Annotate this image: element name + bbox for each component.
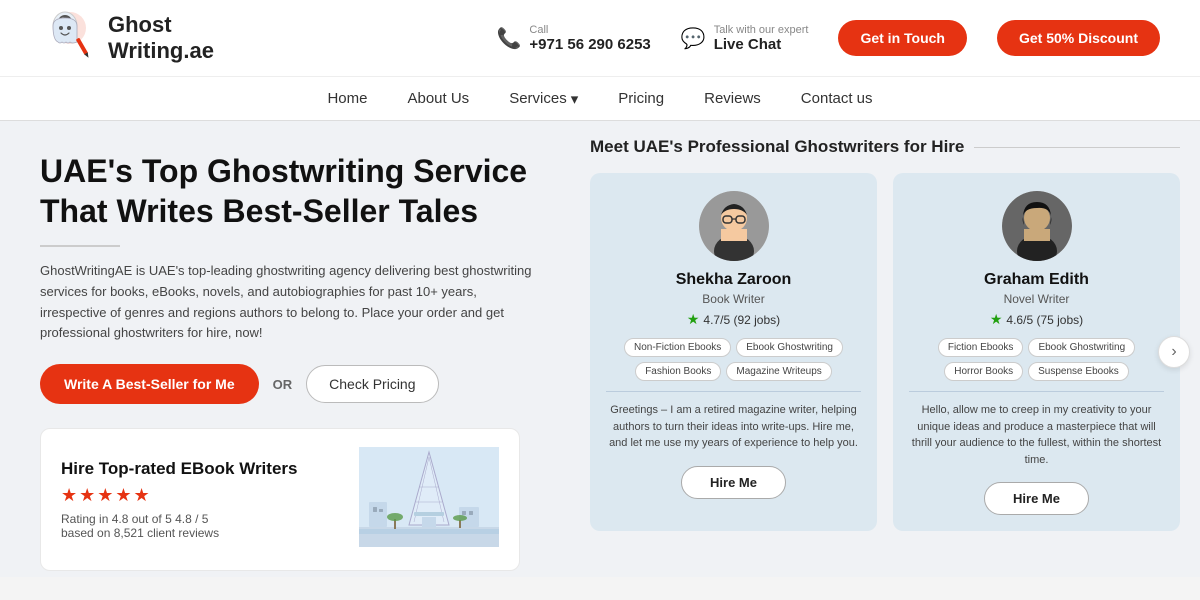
- or-label: OR: [273, 377, 293, 392]
- phone-icon: 📞: [497, 26, 522, 51]
- tag-1: Fiction Ebooks: [938, 338, 1024, 357]
- logo-text: GhostWriting.ae: [108, 12, 214, 65]
- writer-bio-graham: Hello, allow me to creep in my creativit…: [909, 391, 1164, 468]
- write-bestseller-button[interactable]: Write A Best-Seller for Me: [40, 364, 259, 404]
- star-icon: ★: [687, 311, 700, 328]
- tag-2: Ebook Ghostwriting: [736, 338, 843, 357]
- writer-card-graham: Graham Edith Novel Writer ★ 4.6/5 (75 jo…: [893, 173, 1180, 531]
- hire-card-stars: ★★★★★: [61, 485, 339, 506]
- writer-bio-shekha: Greetings – I am a retired magazine writ…: [606, 391, 861, 452]
- nav-home[interactable]: Home: [327, 80, 367, 117]
- tag-3: Fashion Books: [635, 362, 721, 381]
- hire-graham-button[interactable]: Hire Me: [984, 482, 1089, 515]
- writer-card-shekha: Shekha Zaroon Book Writer ★ 4.7/5 (92 jo…: [590, 173, 877, 531]
- hero-divider: [40, 245, 120, 247]
- writer-avatar-graham: [1002, 191, 1072, 261]
- hire-card-rating: Rating in 4.8 out of 5 4.8 / 5 based on …: [61, 512, 339, 540]
- tag-1: Non-Fiction Ebooks: [624, 338, 731, 357]
- right-panel: Meet UAE's Professional Ghostwriters for…: [580, 121, 1200, 577]
- nav-pricing[interactable]: Pricing: [618, 80, 664, 117]
- writer-role-graham: Novel Writer: [1004, 292, 1070, 306]
- tag-3: Horror Books: [944, 362, 1023, 381]
- writer-tags-graham: Fiction Ebooks Ebook Ghostwriting Horror…: [909, 338, 1164, 381]
- nav-contact[interactable]: Contact us: [801, 80, 873, 117]
- nav-reviews[interactable]: Reviews: [704, 80, 761, 117]
- main-content: UAE's Top Ghostwriting Service That Writ…: [0, 121, 1200, 577]
- chat-icon: 💬: [681, 26, 706, 51]
- writers-row: Shekha Zaroon Book Writer ★ 4.7/5 (92 jo…: [590, 173, 1180, 531]
- writer-role-shekha: Book Writer: [702, 292, 764, 306]
- logo: GhostWriting.ae: [40, 8, 214, 68]
- cta-row: Write A Best-Seller for Me OR Check Pric…: [40, 364, 540, 404]
- tag-4: Magazine Writeups: [726, 362, 831, 381]
- top-bar: GhostWriting.ae 📞 Call +971 56 290 6253 …: [0, 0, 1200, 77]
- hire-card-title: Hire Top-rated EBook Writers: [61, 459, 339, 479]
- writers-section-title: Meet UAE's Professional Ghostwriters for…: [590, 137, 1180, 157]
- writer-name-graham: Graham Edith: [984, 271, 1089, 289]
- writer-avatar-shekha: [699, 191, 769, 261]
- building-illustration: [359, 447, 499, 552]
- hire-shekha-button[interactable]: Hire Me: [681, 466, 786, 499]
- nav-services[interactable]: Services ▾: [509, 80, 578, 118]
- tag-4: Suspense Ebooks: [1028, 362, 1129, 381]
- chat-label: Talk with our expert: [714, 24, 809, 36]
- writer-rating-graham: ★ 4.6/5 (75 jobs): [990, 311, 1083, 328]
- left-panel: UAE's Top Ghostwriting Service That Writ…: [0, 121, 580, 577]
- phone-contact: 📞 Call +971 56 290 6253: [497, 24, 651, 53]
- check-pricing-button[interactable]: Check Pricing: [306, 365, 438, 403]
- chat-value: Live Chat: [714, 36, 809, 53]
- get-in-touch-button[interactable]: Get in Touch: [838, 20, 967, 56]
- discount-button[interactable]: Get 50% Discount: [997, 20, 1160, 56]
- tag-2: Ebook Ghostwriting: [1028, 338, 1135, 357]
- logo-icon: [40, 8, 100, 68]
- writer-rating-shekha: ★ 4.7/5 (92 jobs): [687, 311, 780, 328]
- chat-contact: 💬 Talk with our expert Live Chat: [681, 24, 809, 53]
- star-icon: ★: [990, 311, 1003, 328]
- contact-area: 📞 Call +971 56 290 6253 💬 Talk with our …: [497, 20, 1161, 56]
- title-divider: [974, 147, 1180, 148]
- hire-card: Hire Top-rated EBook Writers ★★★★★ Ratin…: [40, 428, 520, 571]
- hero-description: GhostWritingAE is UAE's top-leading ghos…: [40, 261, 540, 344]
- hero-title: UAE's Top Ghostwriting Service That Writ…: [40, 151, 540, 231]
- writer-tags-shekha: Non-Fiction Ebooks Ebook Ghostwriting Fa…: [606, 338, 861, 381]
- call-label: Call: [529, 24, 650, 36]
- nav-bar: Home About Us Services ▾ Pricing Reviews…: [0, 77, 1200, 121]
- next-writer-button[interactable]: ›: [1158, 336, 1190, 368]
- writer-name-shekha: Shekha Zaroon: [676, 271, 792, 289]
- phone-number: +971 56 290 6253: [529, 36, 650, 53]
- nav-about[interactable]: About Us: [407, 80, 469, 117]
- services-chevron-icon: ▾: [571, 90, 579, 108]
